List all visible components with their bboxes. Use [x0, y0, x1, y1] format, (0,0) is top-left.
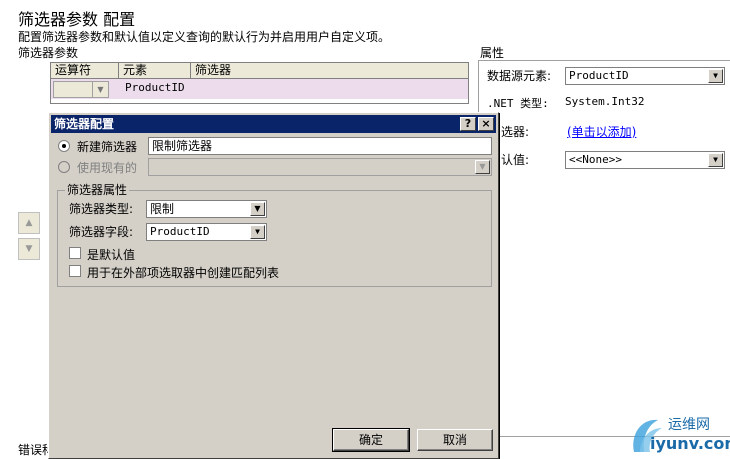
filter-config-dialog: 筛选器配置 ? × 新建筛选器 限制筛选器 使用现有的 ▼ 筛选器属性 筛选器类…: [48, 112, 499, 459]
column-header-operator[interactable]: 运算符: [51, 63, 119, 79]
help-button[interactable]: ?: [460, 117, 476, 131]
row-element-value: ProductID: [125, 81, 185, 94]
chevron-down-icon: ▼: [92, 82, 108, 97]
default-value-combo[interactable]: <<None>> ▼: [565, 151, 725, 169]
ok-button[interactable]: 确定: [332, 428, 410, 452]
chevron-down-icon[interactable]: ▼: [708, 153, 723, 167]
new-filter-name-input[interactable]: 限制筛选器: [148, 137, 492, 155]
dialog-title: 筛选器配置: [54, 117, 115, 131]
dialog-titlebar[interactable]: 筛选器配置 ? ×: [51, 115, 496, 133]
external-picker-label: 用于在外部项选取器中创建匹配列表: [87, 266, 280, 280]
filter-field-combo[interactable]: ProductID ▼: [146, 223, 267, 241]
table-row[interactable]: ▼ ProductID: [51, 79, 468, 99]
operator-combo[interactable]: ▼: [53, 81, 109, 98]
filter-field-value: ProductID: [150, 225, 210, 238]
filter-type-value: 限制: [150, 202, 175, 216]
default-value-label: 认值:: [501, 153, 530, 167]
filter-prop-label: 选器:: [501, 125, 530, 139]
filter-type-label: 筛选器类型:: [69, 202, 134, 216]
move-up-button[interactable]: ▲: [18, 212, 40, 234]
watermark: 运维网 iyunv.com: [628, 410, 730, 458]
chevron-down-icon[interactable]: ▼: [250, 202, 265, 216]
filter-params-grid: 运算符 元素 筛选器 ▼ ProductID: [50, 62, 469, 104]
column-header-element[interactable]: 元素: [119, 63, 191, 79]
filter-properties-legend: 筛选器属性: [65, 181, 130, 198]
close-icon: ×: [481, 117, 491, 130]
close-button[interactable]: ×: [478, 117, 494, 131]
use-existing-label: 使用现有的: [77, 161, 138, 175]
datasource-value: ProductID: [569, 69, 629, 82]
help-icon: ?: [464, 117, 472, 130]
cancel-button[interactable]: 取消: [417, 429, 493, 451]
existing-filter-combo[interactable]: ▼: [148, 158, 492, 176]
properties-label: 属性: [480, 46, 505, 60]
chevron-down-icon[interactable]: ▼: [475, 160, 490, 174]
move-down-button[interactable]: ▼: [18, 238, 40, 260]
net-type-label: .NET 类型:: [487, 97, 549, 110]
is-default-label: 是默认值: [87, 248, 136, 262]
external-picker-checkbox[interactable]: [69, 265, 81, 277]
filter-params-label: 筛选器参数: [18, 46, 79, 60]
watermark-cn: 运维网: [668, 417, 710, 433]
watermark-en: iyunv.com: [650, 434, 730, 453]
new-filter-label: 新建筛选器: [77, 140, 138, 154]
new-filter-radio[interactable]: [58, 140, 70, 152]
page-title: 筛选器参数 配置: [18, 10, 136, 29]
datasource-label: 数据源元素:: [487, 69, 552, 83]
properties-panel: 数据源元素: ProductID ▼ .NET 类型: System.Int32…: [478, 60, 730, 435]
column-header-filter[interactable]: 筛选器: [191, 63, 468, 79]
default-value: <<None>>: [569, 153, 622, 166]
filter-field-label: 筛选器字段:: [69, 225, 134, 239]
page-description: 配置筛选器参数和默认值以定义查询的默认行为并启用用户自定义项。: [18, 30, 391, 44]
grid-header: 运算符 元素 筛选器: [51, 63, 468, 79]
triangle-up-icon: ▲: [25, 218, 33, 228]
filter-type-combo[interactable]: 限制 ▼: [146, 200, 267, 218]
use-existing-radio[interactable]: [58, 161, 70, 173]
net-type-value: System.Int32: [565, 95, 645, 108]
datasource-combo[interactable]: ProductID ▼: [565, 67, 725, 85]
add-filter-link[interactable]: (单击以添加): [567, 123, 636, 140]
chevron-down-icon[interactable]: ▼: [250, 225, 265, 239]
chevron-down-icon[interactable]: ▼: [708, 69, 723, 83]
is-default-checkbox[interactable]: [69, 247, 81, 259]
triangle-down-icon: ▼: [25, 244, 33, 254]
